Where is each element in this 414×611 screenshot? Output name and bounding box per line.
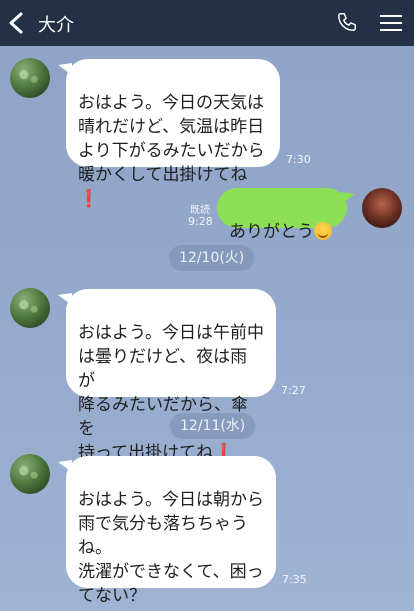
message-bubble-self: ありがとう [217, 188, 355, 242]
back-chevron-icon[interactable] [8, 12, 24, 34]
message-time: 9:28 [188, 215, 213, 228]
chat-header: 大介 [0, 0, 414, 46]
message-time: 7:27 [281, 384, 306, 397]
date-separator: 12/11(水) [170, 413, 256, 439]
exclamation-emoji: ❗ [78, 189, 100, 209]
message-time: 7:30 [286, 153, 311, 166]
contact-avatar[interactable] [10, 58, 50, 98]
message-bubble: おはよう。今日は朝から 雨で気分も落ちちゃう ね。 洗濯ができなくて、困っ てな… [58, 456, 276, 606]
message-bubble: おはよう。今日は午前中 は曇りだけど、夜は雨が 降るみたいだから、傘を 持って出… [58, 289, 276, 463]
message-text: おはよう。今日は朝から 雨で気分も落ちちゃう ね。 洗濯ができなくて、困っ てな… [78, 490, 264, 606]
message-time: 7:35 [282, 573, 307, 586]
smiley-emoji-icon [314, 222, 332, 240]
menu-icon[interactable] [380, 14, 402, 32]
message-text: おはよう。今日は午前中 は曇りだけど、夜は雨が 降るみたいだから、傘を 持って出… [78, 323, 264, 463]
date-separator: 12/10(火) [169, 245, 255, 271]
message-bubble: おはよう。今日の天気は 晴れだけど、気温は昨日 より下がるみたいだから 暖かくし… [58, 59, 280, 209]
message-text: おはよう。今日の天気は 晴れだけど、気温は昨日 より下がるみたいだから 暖かくし… [78, 93, 265, 185]
contact-avatar[interactable] [10, 454, 50, 494]
message-text: ありがとう [229, 222, 314, 242]
read-receipt: 既読 [190, 205, 210, 216]
phone-icon[interactable] [336, 11, 358, 33]
self-avatar[interactable] [362, 188, 402, 228]
chat-title: 大介 [38, 15, 74, 36]
contact-avatar[interactable] [10, 288, 50, 328]
